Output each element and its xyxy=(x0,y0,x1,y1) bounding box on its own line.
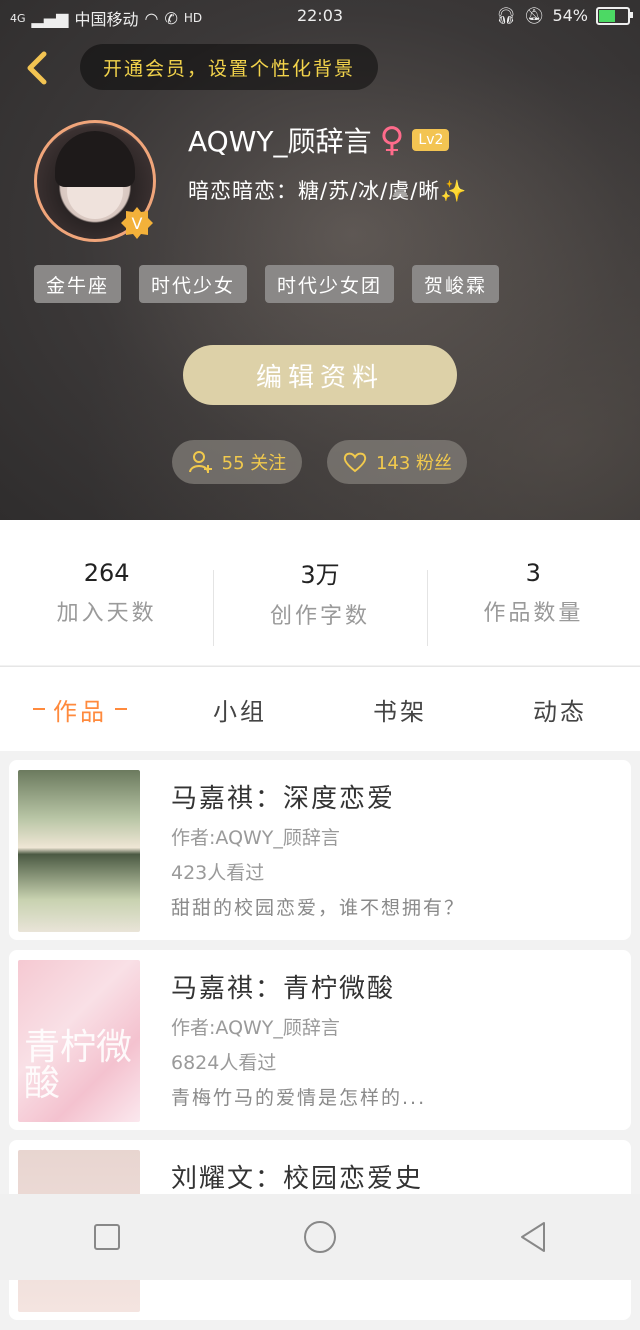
tag-item[interactable]: 时代少女团 xyxy=(265,265,395,303)
username: AQWY_顾辞言 xyxy=(188,125,372,158)
battery-percent: 54% xyxy=(552,6,588,25)
tab-bookshelf[interactable]: 书架 xyxy=(320,667,480,751)
triangle-back-icon xyxy=(521,1222,546,1252)
work-title: 马嘉祺：深度恋爱 xyxy=(171,784,396,814)
user-add-icon xyxy=(188,451,212,473)
recents-button[interactable] xyxy=(77,1207,137,1267)
home-button[interactable] xyxy=(290,1207,350,1267)
work-views: 6824人看过 xyxy=(171,1052,277,1074)
work-card[interactable]: 青柠微酸 马嘉祺：青柠微酸 作者:AQWY_顾辞言 6824人看过 青梅竹马的爱… xyxy=(9,950,631,1130)
work-cover-image: 青柠微酸 xyxy=(18,960,140,1122)
tag-item[interactable]: 贺峻霖 xyxy=(412,265,500,303)
work-author: 作者:AQWY_顾辞言 xyxy=(171,827,340,849)
stat-value: 3万 xyxy=(300,561,340,589)
tag-item[interactable]: 金牛座 xyxy=(34,265,122,303)
back-button[interactable] xyxy=(503,1207,563,1267)
stats-row: 264 加入天数 3万 创作字数 3 作品数量 xyxy=(0,520,640,665)
vip-banner[interactable]: 开通会员，设置个性化背景 xyxy=(80,44,378,90)
system-nav-bar xyxy=(0,1194,640,1280)
tab-bar: 作品 小组 书架 动态 xyxy=(0,666,640,751)
female-icon: ♀ xyxy=(379,120,405,160)
back-arrow-icon[interactable] xyxy=(18,48,58,88)
stat-label: 创作字数 xyxy=(269,604,370,629)
work-description: 甜甜的校园恋爱，谁不想拥有？ xyxy=(171,897,466,919)
work-title: 刘耀文：校园恋爱史 xyxy=(171,1164,424,1194)
stat-value: 264 xyxy=(83,558,130,587)
level-badge: Lv2 xyxy=(412,129,450,151)
following-button[interactable]: 55 关注 xyxy=(172,440,302,484)
verified-badge-icon: V xyxy=(121,207,153,239)
bio: 暗恋暗恋：糖/苏/冰/虞/晰✨ xyxy=(188,179,468,203)
tab-works[interactable]: 作品 xyxy=(0,667,160,751)
work-author: 作者:AQWY_顾辞言 xyxy=(171,1017,340,1039)
username-row: AQWY_顾辞言 ♀ Lv2 xyxy=(188,120,450,160)
followers-button[interactable]: 143 粉丝 xyxy=(327,440,467,484)
stat-label: 加入天数 xyxy=(56,600,157,626)
status-bar: 4G ▂▄▆ 中国移动 ◠ ✆ HD 22:03 🎧︎ 🔕︎ 54% xyxy=(0,0,640,32)
followers-label: 143 粉丝 xyxy=(375,453,453,474)
tab-label: 小组 xyxy=(213,697,267,726)
headphones-icon: 🎧︎ xyxy=(495,6,517,25)
cover-title: 青柠微酸 xyxy=(24,1027,133,1104)
stat-label: 作品数量 xyxy=(483,600,584,626)
tag-item[interactable]: 时代少女 xyxy=(139,265,248,303)
stat-join-days: 264 加入天数 xyxy=(0,520,213,665)
edit-profile-button[interactable]: 编辑资料 xyxy=(183,345,457,405)
stat-word-count: 3万 创作字数 xyxy=(213,520,426,665)
following-label: 55 关注 xyxy=(221,453,287,474)
work-card[interactable]: 马嘉祺：深度恋爱 作者:AQWY_顾辞言 423人看过 甜甜的校园恋爱，谁不想拥… xyxy=(9,760,631,940)
bell-off-icon: 🔕︎ xyxy=(524,6,545,25)
stat-work-count: 3 作品数量 xyxy=(426,520,640,665)
work-views: 423人看过 xyxy=(171,862,265,884)
svg-text:V: V xyxy=(132,214,143,233)
tag-list: 金牛座 时代少女 时代少女团 贺峻霖 xyxy=(34,265,500,303)
tab-groups[interactable]: 小组 xyxy=(160,667,320,751)
circle-icon xyxy=(303,1221,336,1253)
stat-value: 3 xyxy=(525,558,541,587)
tab-label: 作品 xyxy=(53,697,107,726)
heart-icon xyxy=(343,452,367,473)
work-cover-image xyxy=(18,770,140,932)
work-description: 青梅竹马的爱情是怎样的... xyxy=(171,1087,427,1109)
work-title: 马嘉祺：青柠微酸 xyxy=(171,974,396,1004)
tab-activity[interactable]: 动态 xyxy=(480,667,640,751)
battery-icon xyxy=(596,6,633,25)
tab-label: 动态 xyxy=(533,697,587,726)
tab-label: 书架 xyxy=(373,697,427,726)
square-icon xyxy=(93,1224,120,1250)
